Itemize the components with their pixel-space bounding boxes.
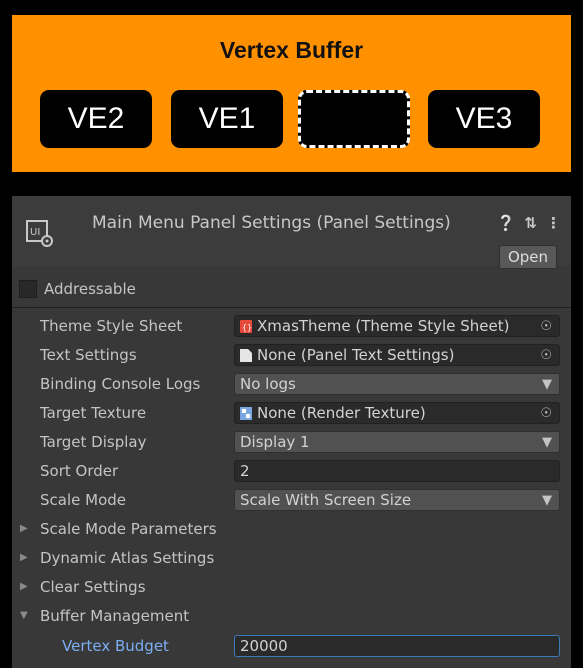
target-display-row: Target Display Display 1 ▼ <box>12 429 571 455</box>
target-display-label: Target Display <box>40 433 147 451</box>
chevron-right-icon: ▶ <box>20 581 28 592</box>
chevron-down-icon: ▼ <box>542 377 552 392</box>
vertex-budget-label: Vertex Budget <box>62 637 169 655</box>
foldout-buffer-management[interactable]: ▼ Buffer Management <box>12 603 571 629</box>
buffer-slot-ve3: VE3 <box>428 90 540 148</box>
chevron-down-icon: ▼ <box>542 493 552 508</box>
target-texture-row: Target Texture None (Render Texture) ☉ <box>12 400 571 426</box>
theme-style-sheet-label: Theme Style Sheet <box>40 317 183 335</box>
binding-console-logs-row: Binding Console Logs No logs ▼ <box>12 371 571 397</box>
chevron-right-icon: ▶ <box>20 523 28 534</box>
ui-document-gear-icon: UI <box>26 220 53 247</box>
target-texture-label: Target Texture <box>40 404 147 422</box>
sort-order-label: Sort Order <box>40 462 119 480</box>
object-picker-icon[interactable]: ☉ <box>540 348 552 363</box>
target-texture-value: None (Render Texture) <box>257 404 426 422</box>
addressable-checkbox[interactable] <box>19 280 37 298</box>
object-picker-icon[interactable]: ☉ <box>540 319 552 334</box>
open-button[interactable]: Open <box>499 245 557 269</box>
addressable-label: Addressable <box>44 280 136 298</box>
theme-style-sheet-row: Theme Style Sheet {} XmasTheme (Theme St… <box>12 313 571 339</box>
text-settings-value: None (Panel Text Settings) <box>257 346 455 364</box>
vertex-budget-row: Vertex Budget 20000 <box>12 633 571 659</box>
binding-console-logs-value: No logs <box>240 375 296 393</box>
vertex-budget-value: 20000 <box>240 637 288 655</box>
scale-mode-label: Scale Mode <box>40 491 126 509</box>
foldout-label: Clear Settings <box>40 578 146 596</box>
help-icon[interactable]: ❔ <box>497 214 516 232</box>
style-sheet-icon: {} <box>240 319 252 333</box>
render-texture-icon <box>240 406 252 420</box>
theme-style-sheet-field[interactable]: {} XmasTheme (Theme Style Sheet) ☉ <box>234 315 560 337</box>
text-settings-label: Text Settings <box>40 346 137 364</box>
buffer-slot-ve1: VE1 <box>171 90 283 148</box>
sort-order-row: Sort Order 2 <box>12 458 571 484</box>
binding-console-logs-label: Binding Console Logs <box>40 375 201 393</box>
binding-console-logs-dropdown[interactable]: No logs ▼ <box>234 373 560 395</box>
svg-text:{}: {} <box>242 323 252 332</box>
foldout-clear-settings[interactable]: ▶ Clear Settings <box>12 574 571 600</box>
foldout-label: Dynamic Atlas Settings <box>40 549 215 567</box>
chevron-down-icon: ▼ <box>542 435 552 450</box>
buffer-slot-empty <box>298 90 410 148</box>
inspector-title: Main Menu Panel Settings (Panel Settings… <box>92 213 451 233</box>
panel-settings-inspector: UI Main Menu Panel Settings (Panel Setti… <box>12 196 571 668</box>
header-icons: ❔ ⇅ ⋮ <box>497 214 561 232</box>
preset-sliders-icon[interactable]: ⇅ <box>524 214 537 232</box>
foldout-label: Buffer Management <box>40 607 190 625</box>
chevron-right-icon: ▶ <box>20 552 28 563</box>
text-settings-row: Text Settings None (Panel Text Settings)… <box>12 342 571 368</box>
target-display-value: Display 1 <box>240 433 310 451</box>
scale-mode-dropdown[interactable]: Scale With Screen Size ▼ <box>234 489 560 511</box>
sort-order-value: 2 <box>240 462 250 480</box>
buffer-slot-ve2: VE2 <box>40 90 152 148</box>
object-picker-icon[interactable]: ☉ <box>540 406 552 421</box>
vertex-buffer-diagram: Vertex Buffer VE2 VE1 VE3 <box>12 15 571 172</box>
target-texture-field[interactable]: None (Render Texture) ☉ <box>234 402 560 424</box>
inspector-header: UI Main Menu Panel Settings (Panel Setti… <box>12 196 571 269</box>
chevron-down-icon: ▼ <box>20 610 28 621</box>
vertex-budget-input[interactable]: 20000 <box>234 635 560 657</box>
foldout-scale-mode-parameters[interactable]: ▶ Scale Mode Parameters <box>12 516 571 542</box>
theme-style-sheet-value: XmasTheme (Theme Style Sheet) <box>257 317 510 335</box>
text-settings-field[interactable]: None (Panel Text Settings) ☉ <box>234 344 560 366</box>
kebab-menu-icon[interactable]: ⋮ <box>546 214 561 232</box>
svg-text:UI: UI <box>30 227 40 238</box>
document-icon <box>240 348 252 362</box>
foldout-label: Scale Mode Parameters <box>40 520 217 538</box>
sort-order-input[interactable]: 2 <box>234 460 560 482</box>
scale-mode-row: Scale Mode Scale With Screen Size ▼ <box>12 487 571 513</box>
divider <box>12 307 571 308</box>
scale-mode-value: Scale With Screen Size <box>240 491 412 509</box>
foldout-dynamic-atlas-settings[interactable]: ▶ Dynamic Atlas Settings <box>12 545 571 571</box>
target-display-dropdown[interactable]: Display 1 ▼ <box>234 431 560 453</box>
addressable-row[interactable]: Addressable <box>12 276 136 302</box>
diagram-title: Vertex Buffer <box>219 37 364 63</box>
